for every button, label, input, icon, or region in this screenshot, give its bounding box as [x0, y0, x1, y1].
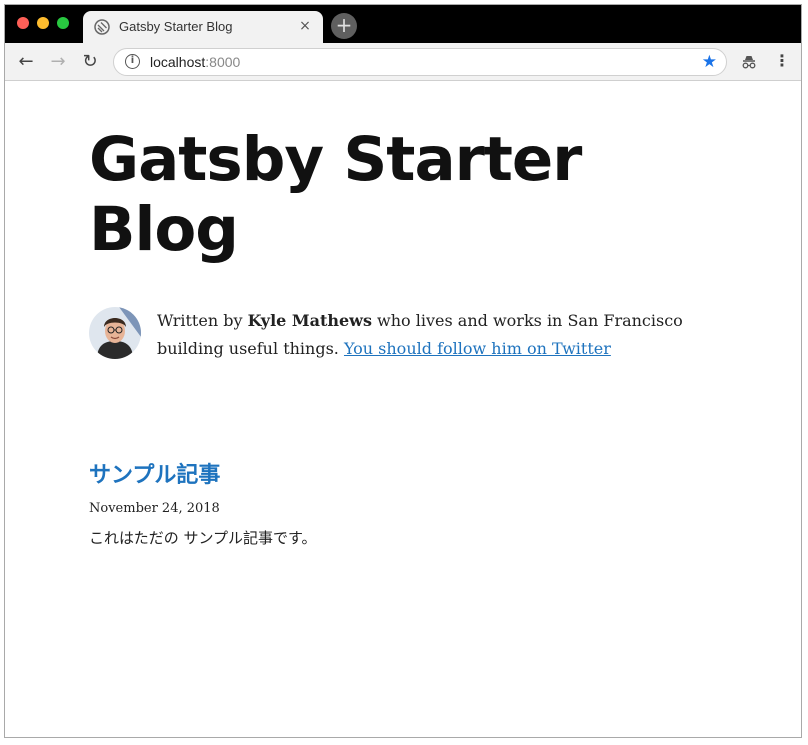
more-menu-icon[interactable]: ⋮	[773, 51, 791, 73]
minimize-window-button[interactable]	[37, 17, 49, 29]
gatsby-favicon-icon	[94, 19, 110, 35]
url-host: localhost	[150, 54, 206, 70]
browser-toolbar: ← → ↻ i localhost:8000 ★ ⋮	[5, 43, 801, 81]
url-port: :8000	[205, 54, 241, 70]
tab-close-icon[interactable]: ×	[295, 16, 315, 36]
bio-prefix: Written by	[157, 311, 248, 330]
close-window-button[interactable]	[17, 17, 29, 29]
post-excerpt: これはただの サンプル記事です。	[89, 529, 317, 547]
bio-author-name: Kyle Mathews	[247, 311, 372, 330]
title-bar: Gatsby Starter Blog × +	[5, 5, 801, 43]
url-text[interactable]: localhost:8000	[150, 54, 240, 70]
twitter-link[interactable]: You should follow him on Twitter	[344, 339, 611, 358]
post-title-link[interactable]: サンプル記事	[89, 457, 220, 489]
author-bio: Written by Kyle Mathews who lives and wo…	[89, 307, 689, 367]
tab-title: Gatsby Starter Blog	[119, 19, 233, 34]
reload-icon[interactable]: ↻	[79, 52, 101, 74]
author-avatar	[89, 307, 141, 359]
new-tab-button[interactable]: +	[331, 13, 357, 39]
post-date: November 24, 2018	[89, 501, 220, 516]
page-content: Gatsby Starter Blog Written by Kyle Math…	[5, 81, 801, 737]
site-info-icon[interactable]: i	[125, 54, 140, 69]
address-bar[interactable]: i localhost:8000 ★	[113, 48, 727, 76]
browser-tab[interactable]: Gatsby Starter Blog ×	[83, 11, 323, 43]
incognito-icon[interactable]	[740, 53, 758, 71]
bio-text: Written by Kyle Mathews who lives and wo…	[157, 307, 687, 363]
browser-window: Gatsby Starter Blog × + ← → ↻ i localhos…	[4, 4, 802, 738]
forward-icon[interactable]: →	[47, 52, 69, 74]
back-icon[interactable]: ←	[15, 52, 37, 74]
bookmark-star-icon[interactable]: ★	[702, 52, 717, 72]
maximize-window-button[interactable]	[57, 17, 69, 29]
site-title[interactable]: Gatsby Starter Blog	[89, 125, 649, 265]
